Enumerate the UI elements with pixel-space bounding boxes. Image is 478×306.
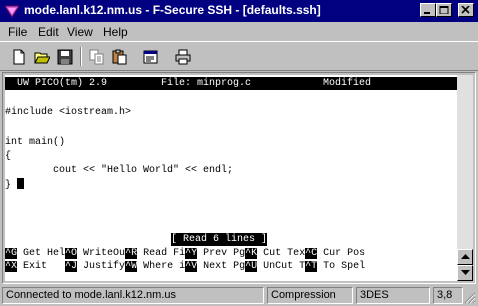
scroll-down-button[interactable] xyxy=(457,265,473,281)
shortcut-key: ^W xyxy=(125,261,138,272)
save-icon xyxy=(57,49,73,65)
resize-grip-icon[interactable] xyxy=(464,291,476,304)
shortcut-label: Cur Pos xyxy=(317,248,366,259)
shortcut-key: ^C xyxy=(305,248,318,259)
minimize-button[interactable] xyxy=(420,3,436,17)
shortcut-label: WriteOu xyxy=(77,248,126,259)
shortcut-key: ^J xyxy=(65,261,78,272)
shortcut-label: Exit xyxy=(17,261,66,272)
status-bar: Connected to mode.lanl.k12.nm.us Compres… xyxy=(0,285,478,306)
status-message: [ Read 6 lines ] xyxy=(171,233,268,246)
menu-bar: File Edit View Help xyxy=(0,22,478,41)
copy-button[interactable] xyxy=(86,46,108,67)
shortcut-label: Read Fi xyxy=(137,248,186,259)
shortcut-label: Cut Tex xyxy=(257,248,306,259)
print-icon xyxy=(175,49,191,65)
menu-help[interactable]: Help xyxy=(103,25,128,39)
window-title: mode.lanl.k12.nm.us - F-Secure SSH - [de… xyxy=(24,3,321,17)
shortcut-key: ^O xyxy=(65,248,78,259)
close-icon xyxy=(461,6,470,14)
maximize-button[interactable] xyxy=(436,3,452,17)
shortcut-key: ^K xyxy=(245,248,258,259)
shortcut-label: Prev Pg xyxy=(197,248,246,259)
shortcut-label: Next Pg xyxy=(197,261,246,272)
code-line: #include <iostream.h> xyxy=(5,107,132,118)
shortcut-label: UnCut T xyxy=(257,261,306,272)
shortcut-key: ^G xyxy=(5,248,18,259)
copy-icon xyxy=(89,49,104,65)
shortcut-row-1: ^G Get Hel^O WriteOu^R Read Fi^Y Prev Pg… xyxy=(5,247,365,260)
app-window: mode.lanl.k12.nm.us - F-Secure SSH - [de… xyxy=(0,0,478,306)
save-button[interactable] xyxy=(54,46,76,67)
shortcut-key: ^Y xyxy=(185,248,198,259)
connection-status: Connected to mode.lanl.k12.nm.us xyxy=(2,287,264,304)
open-icon xyxy=(34,52,50,64)
code-line: } xyxy=(5,180,18,191)
maximize-icon xyxy=(439,6,449,14)
new-icon xyxy=(13,49,25,65)
minimize-icon xyxy=(424,12,430,14)
close-button[interactable] xyxy=(458,3,474,17)
shortcut-key: ^T xyxy=(305,261,318,272)
shortcut-label: Where i xyxy=(137,261,186,272)
vertical-scrollbar[interactable] xyxy=(457,75,473,281)
shortcut-label: Justify xyxy=(77,261,126,272)
paste-button[interactable] xyxy=(109,46,131,67)
text-cursor xyxy=(17,178,25,189)
toolbar-separator xyxy=(80,47,82,66)
properties-button[interactable] xyxy=(140,46,162,67)
arrow-up-icon xyxy=(461,254,470,259)
shortcut-key: ^R xyxy=(125,248,138,259)
menu-edit[interactable]: Edit xyxy=(38,25,59,39)
shortcut-row-2: ^X Exit ^J Justify^W Where i^V Next Pg^U… xyxy=(5,260,365,273)
terminal-screen[interactable]: UW PICO(tm) 2.9 File: minprog.c Modified… xyxy=(5,75,457,281)
arrow-down-icon xyxy=(461,270,470,275)
shortcut-label: Get Hel xyxy=(17,248,66,259)
code-line-cursor: } xyxy=(5,178,25,191)
properties-icon xyxy=(143,50,158,64)
shortcut-key: ^U xyxy=(245,261,258,272)
title-bar[interactable]: mode.lanl.k12.nm.us - F-Secure SSH - [de… xyxy=(0,0,478,22)
code-line: cout << "Hello World" << endl; xyxy=(5,165,234,176)
menu-file[interactable]: File xyxy=(8,25,27,39)
print-button[interactable] xyxy=(172,46,194,67)
menu-view[interactable]: View xyxy=(67,25,93,39)
code-line: int main() xyxy=(5,137,66,148)
toolbar xyxy=(0,41,478,71)
shortcut-label: To Spel xyxy=(317,261,366,272)
shortcut-key: ^X xyxy=(5,261,18,272)
cipher-status: 3DES xyxy=(356,287,430,304)
compression-status: Compression xyxy=(267,287,353,304)
app-icon[interactable] xyxy=(4,3,20,19)
scroll-up-button[interactable] xyxy=(457,249,473,265)
cursor-position: 3,8 xyxy=(433,287,463,304)
open-button[interactable] xyxy=(31,46,53,67)
code-line: { xyxy=(5,151,12,162)
new-button[interactable] xyxy=(8,46,30,67)
shortcut-key: ^V xyxy=(185,261,198,272)
paste-icon xyxy=(112,49,127,65)
pico-header: UW PICO(tm) 2.9 File: minprog.c Modified xyxy=(5,77,457,90)
